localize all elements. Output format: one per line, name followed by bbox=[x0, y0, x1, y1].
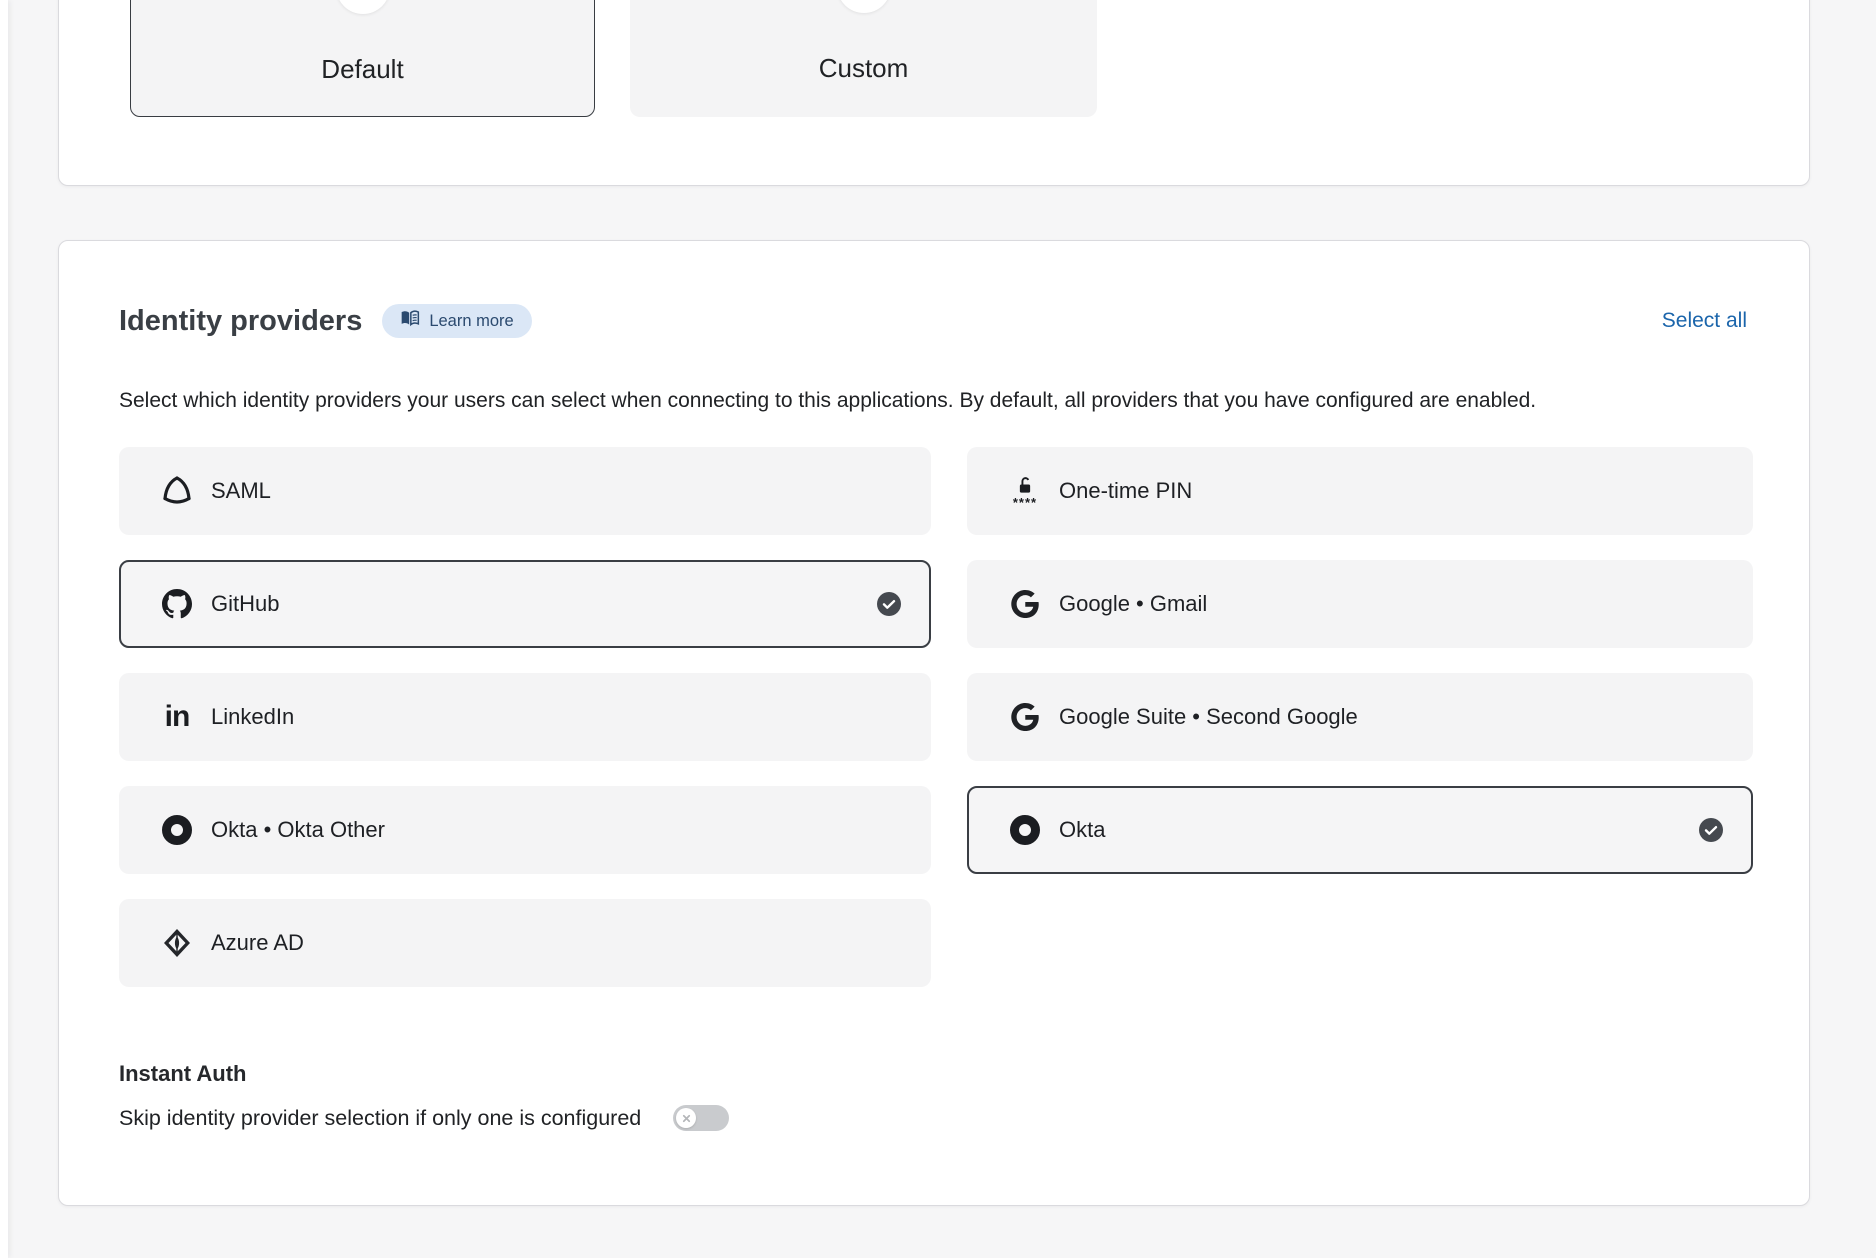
provider-label: SAML bbox=[211, 478, 271, 504]
book-icon bbox=[400, 310, 420, 332]
provider-card[interactable]: GitHub bbox=[119, 560, 931, 648]
provider-card[interactable]: Okta bbox=[967, 786, 1753, 874]
check-icon bbox=[877, 592, 901, 616]
check-icon bbox=[1699, 818, 1723, 842]
tile-label: Default bbox=[131, 54, 594, 84]
identity-providers-header: Identity providers Learn more Select all bbox=[119, 303, 1747, 339]
provider-label: LinkedIn bbox=[211, 704, 294, 730]
instant-auth-label: Skip identity provider selection if only… bbox=[119, 1106, 641, 1131]
github-icon bbox=[159, 589, 195, 619]
appearance-card: Default Custom bbox=[58, 0, 1810, 186]
okta-icon bbox=[159, 814, 195, 846]
providers-grid: SAML GitHub in LinkedIn bbox=[119, 447, 1753, 1012]
provider-card[interactable]: SAML bbox=[119, 447, 931, 535]
appearance-tile-default[interactable]: Default bbox=[130, 0, 595, 117]
okta-icon bbox=[1007, 814, 1043, 846]
page-title: Identity providers bbox=[119, 303, 362, 339]
identity-providers-card: Identity providers Learn more Select all… bbox=[58, 240, 1810, 1206]
provider-label: One-time PIN bbox=[1059, 478, 1192, 504]
providers-column-left: SAML GitHub in LinkedIn bbox=[119, 447, 931, 1012]
azure-icon bbox=[159, 927, 195, 959]
linkedin-icon: in bbox=[159, 702, 195, 732]
select-all-link[interactable]: Select all bbox=[1662, 309, 1747, 333]
provider-label: Google • Gmail bbox=[1059, 591, 1207, 617]
provider-card[interactable]: in LinkedIn bbox=[119, 673, 931, 761]
provider-card[interactable]: Google • Gmail bbox=[967, 560, 1753, 648]
learn-more-button[interactable]: Learn more bbox=[382, 304, 531, 338]
tile-label: Custom bbox=[630, 53, 1097, 83]
instant-auth-title: Instant Auth bbox=[119, 1061, 247, 1087]
google-icon bbox=[1007, 703, 1043, 731]
provider-card[interactable]: Azure AD bbox=[119, 899, 931, 987]
provider-label: Google Suite • Second Google bbox=[1059, 704, 1358, 730]
provider-label: GitHub bbox=[211, 591, 279, 617]
toggle-knob-off-icon bbox=[676, 1108, 696, 1128]
provider-label: Azure AD bbox=[211, 930, 304, 956]
sidebar-edge bbox=[0, 0, 8, 1258]
logo-circle bbox=[837, 0, 891, 13]
provider-card[interactable]: **** One-time PIN bbox=[967, 447, 1753, 535]
provider-card[interactable]: Google Suite • Second Google bbox=[967, 673, 1753, 761]
providers-column-right: **** One-time PIN Google • Gmail Goo bbox=[967, 447, 1753, 1012]
otp-icon: **** bbox=[1007, 475, 1043, 507]
instant-auth-toggle[interactable] bbox=[673, 1105, 729, 1131]
appearance-tile-custom[interactable]: Custom bbox=[630, 0, 1097, 117]
google-icon bbox=[1007, 590, 1043, 618]
provider-card[interactable]: Okta • Okta Other bbox=[119, 786, 931, 874]
instant-auth-row: Skip identity provider selection if only… bbox=[119, 1105, 729, 1131]
identity-providers-description: Select which identity providers your use… bbox=[119, 387, 1747, 415]
provider-label: Okta • Okta Other bbox=[211, 817, 385, 843]
provider-label: Okta bbox=[1059, 817, 1105, 843]
saml-icon bbox=[159, 475, 195, 507]
logo-circle bbox=[336, 0, 390, 14]
learn-more-label: Learn more bbox=[429, 312, 513, 331]
